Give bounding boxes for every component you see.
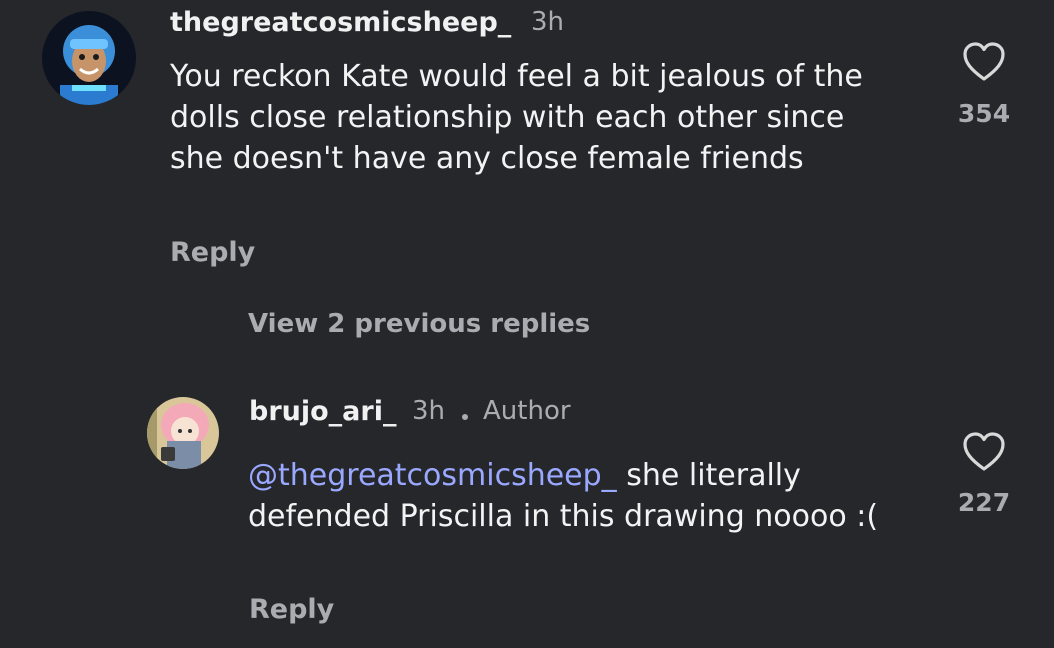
comment-timestamp: 3h bbox=[531, 7, 565, 37]
avatar-image bbox=[42, 11, 136, 105]
reply-like-count: 227 bbox=[957, 488, 1011, 517]
comment-text: You reckon Kate would feel a bit jealous… bbox=[170, 59, 863, 176]
reply-like-button[interactable] bbox=[960, 430, 1008, 474]
comment-like-button[interactable] bbox=[960, 40, 1008, 84]
reply-reply-button[interactable]: Reply bbox=[249, 594, 334, 625]
reply-text: @thegreatcosmicsheep_ she literally defe… bbox=[248, 455, 888, 537]
comments-thread: thegreatcosmicsheep_ 3h You reckon Kate … bbox=[0, 0, 1054, 648]
separator-dot bbox=[462, 414, 468, 420]
avatar-image bbox=[147, 397, 219, 469]
reply-timestamp: 3h bbox=[412, 396, 446, 426]
reply-mention-link[interactable]: @thegreatcosmicsheep_ bbox=[248, 458, 617, 493]
heart-outline-icon bbox=[963, 42, 1005, 81]
comment-username[interactable]: thegreatcosmicsheep_ bbox=[170, 7, 511, 38]
reply-username[interactable]: brujo_ari_ bbox=[249, 396, 396, 427]
comment-reply-button[interactable]: Reply bbox=[170, 237, 255, 268]
commenter-avatar[interactable] bbox=[42, 11, 136, 105]
author-badge: Author bbox=[483, 396, 571, 426]
heart-outline-icon bbox=[963, 432, 1005, 471]
comment-like-count: 354 bbox=[957, 99, 1011, 128]
reply-author-avatar[interactable] bbox=[147, 397, 219, 469]
view-previous-replies-button[interactable]: View 2 previous replies bbox=[248, 309, 590, 339]
